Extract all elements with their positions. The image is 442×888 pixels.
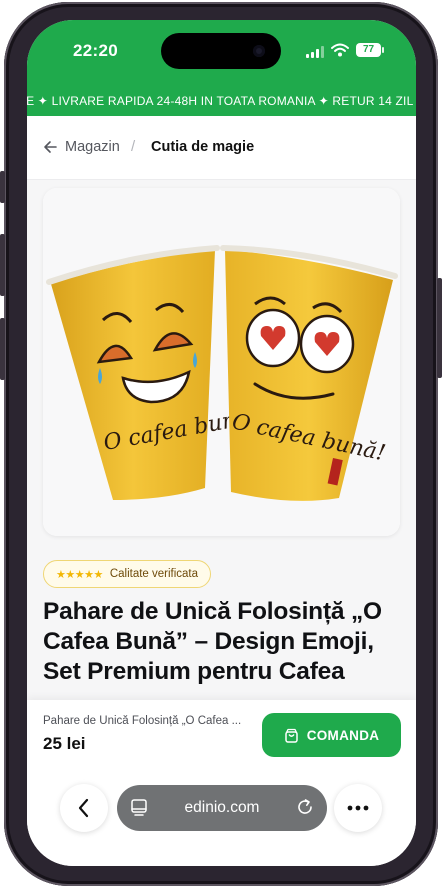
star-rating-icon: ★★★★★ (56, 568, 103, 581)
signal-icon (306, 46, 324, 58)
browser-more-button[interactable] (334, 784, 382, 832)
product-image[interactable]: O cafea bun O cafea bună! (43, 188, 400, 536)
ticker-text: ARE ✦ LIVRARE RAPIDA 24-48H IN TOATA ROM… (27, 94, 414, 108)
volume-up-button (0, 234, 5, 296)
badge-label: Calitate verificata (109, 568, 199, 580)
product-title: Pahare de Unică Folosință „O Cafea Bună”… (43, 598, 382, 685)
order-price: 25 lei (43, 734, 86, 753)
browser-back-button[interactable] (60, 784, 108, 832)
back-arrow-icon[interactable] (43, 140, 57, 154)
more-icon (347, 805, 369, 811)
promo-ticker: ARE ✦ LIVRARE RAPIDA 24-48H IN TOATA ROM… (27, 88, 416, 116)
reload-icon[interactable] (296, 798, 314, 816)
wifi-icon (331, 43, 349, 57)
volume-down-button (0, 318, 5, 380)
order-product-name: Pahare de Unică Folosință „O Cafea ... (43, 715, 242, 727)
camera-icon (253, 45, 265, 57)
chevron-left-icon (78, 798, 89, 818)
screen: 22:20 77 ARE ✦ LIVRARE RAPIDA 24-48H IN … (27, 20, 416, 866)
breadcrumb-current: Cutia de magie (151, 139, 255, 155)
action-button (0, 171, 5, 203)
quality-badge: ★★★★★ Calitate verificata (43, 560, 212, 588)
battery-tip (382, 47, 384, 53)
order-button[interactable]: COMANDA (262, 713, 401, 757)
battery-icon: 77 (356, 43, 381, 57)
dynamic-island (161, 33, 281, 69)
order-button-label: COMANDA (306, 727, 380, 743)
status-time: 22:20 (73, 41, 118, 60)
breadcrumb-separator: / (131, 138, 136, 155)
shopping-bag-icon (284, 728, 298, 743)
breadcrumb-shop-link[interactable]: Magazin (65, 139, 120, 155)
order-bar: Pahare de Unică Folosință „O Cafea ... 2… (27, 700, 416, 866)
url-bar[interactable]: edinio.com (117, 785, 327, 831)
status-bar: 22:20 77 (27, 20, 416, 88)
breadcrumb: Magazin / Cutia de magie (27, 116, 416, 180)
power-button (437, 278, 442, 378)
